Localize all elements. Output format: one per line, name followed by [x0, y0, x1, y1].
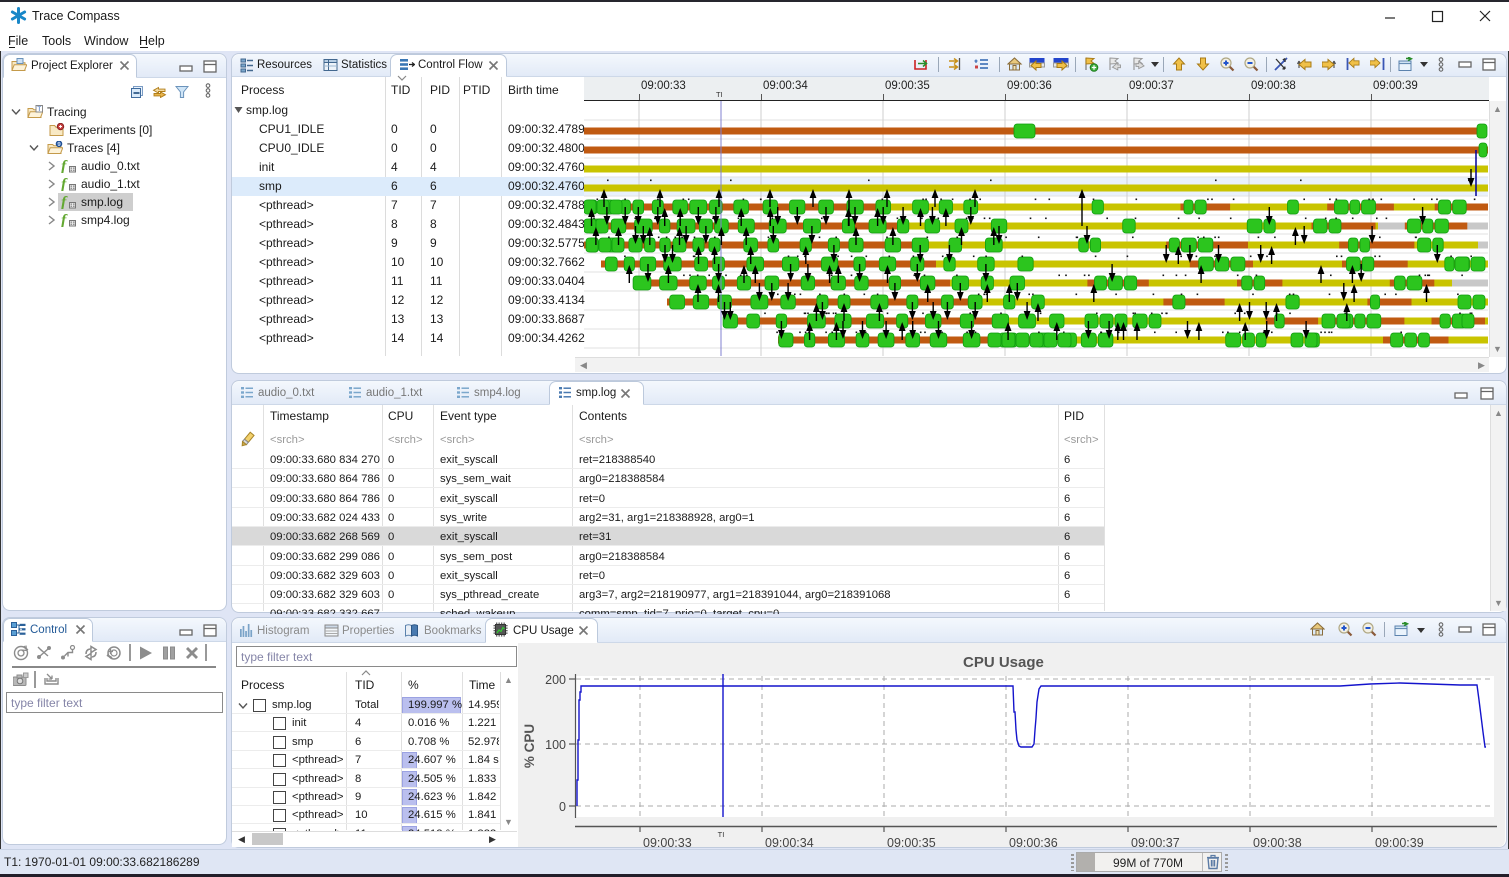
svg-text:09:00:39: 09:00:39 [1375, 836, 1424, 850]
svg-text:09:00:34: 09:00:34 [765, 836, 814, 850]
svg-text:0: 0 [559, 800, 566, 814]
svg-text:09:00:33: 09:00:33 [643, 836, 692, 850]
svg-text:09:00:35: 09:00:35 [887, 836, 936, 850]
svg-text:200: 200 [545, 673, 566, 687]
svg-text:% CPU: % CPU [522, 724, 537, 768]
svg-text:09:00:38: 09:00:38 [1253, 836, 1302, 850]
svg-text:09:00:36: 09:00:36 [1009, 836, 1058, 850]
svg-text:09:00:37: 09:00:37 [1131, 836, 1180, 850]
svg-text:100: 100 [545, 738, 566, 752]
svg-text:TI: TI [718, 830, 725, 839]
